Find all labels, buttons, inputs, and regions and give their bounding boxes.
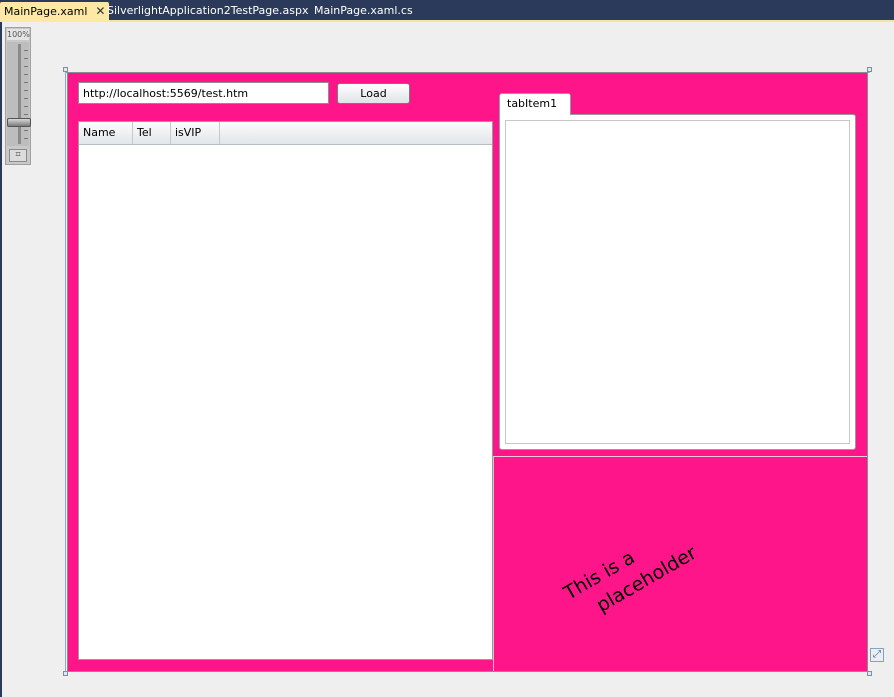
data-grid[interactable]: Name Tel isVIP <box>78 121 493 660</box>
column-header-isvip[interactable]: isVIP <box>171 122 220 144</box>
expand-icon[interactable]: ⤢ <box>870 648 884 662</box>
zoom-tick <box>24 82 28 83</box>
column-header-name[interactable]: Name <box>79 122 133 144</box>
fit-to-window-icon[interactable]: ⌗ <box>9 149 27 162</box>
zoom-tick <box>24 130 28 131</box>
zoom-tick <box>24 74 28 75</box>
column-header-tel[interactable]: Tel <box>133 122 171 144</box>
zoom-tick <box>24 98 28 99</box>
doc-tab-testpage-aspx[interactable]: SilverlightApplication2TestPage.aspx <box>107 2 309 22</box>
doc-tab-mainpage-xaml[interactable]: MainPage.xaml ✕ <box>0 2 110 22</box>
zoom-tick <box>24 114 28 115</box>
tab-control-content <box>499 114 856 450</box>
layout-grid-divider-vertical <box>493 456 494 671</box>
load-button[interactable]: Load <box>337 83 410 104</box>
doc-tab-label: SilverlightApplication2TestPage.aspx <box>107 4 309 17</box>
zoom-tick <box>24 138 28 139</box>
zoom-rail <box>18 44 21 144</box>
tab-item-content-area <box>505 120 850 444</box>
zoom-tick <box>24 66 28 67</box>
zoom-tick <box>24 106 28 107</box>
document-tab-strip: MainPage.xaml ✕ SilverlightApplication2Te… <box>0 0 894 22</box>
selection-line-left <box>65 72 66 674</box>
doc-tab-label: MainPage.xaml.cs <box>314 4 413 17</box>
doc-tab-label: MainPage.xaml <box>4 5 88 18</box>
tab-tabitem1[interactable]: tabItem1 <box>499 93 571 115</box>
zoom-slider[interactable] <box>7 42 31 146</box>
zoom-tick <box>24 50 28 51</box>
zoom-tick <box>24 90 28 91</box>
url-input[interactable] <box>78 82 329 104</box>
zoom-slider-thumb[interactable] <box>7 118 31 127</box>
zoom-tick <box>24 58 28 59</box>
grid-header: Name Tel isVIP <box>79 122 492 145</box>
zoom-label: 100% <box>7 29 30 40</box>
close-icon[interactable]: ✕ <box>95 2 105 20</box>
layout-grid-divider-horizontal <box>493 456 867 457</box>
zoom-control: 100% ⌗ <box>5 27 31 165</box>
doc-tab-mainpage-xaml-cs[interactable]: MainPage.xaml.cs <box>314 2 413 22</box>
